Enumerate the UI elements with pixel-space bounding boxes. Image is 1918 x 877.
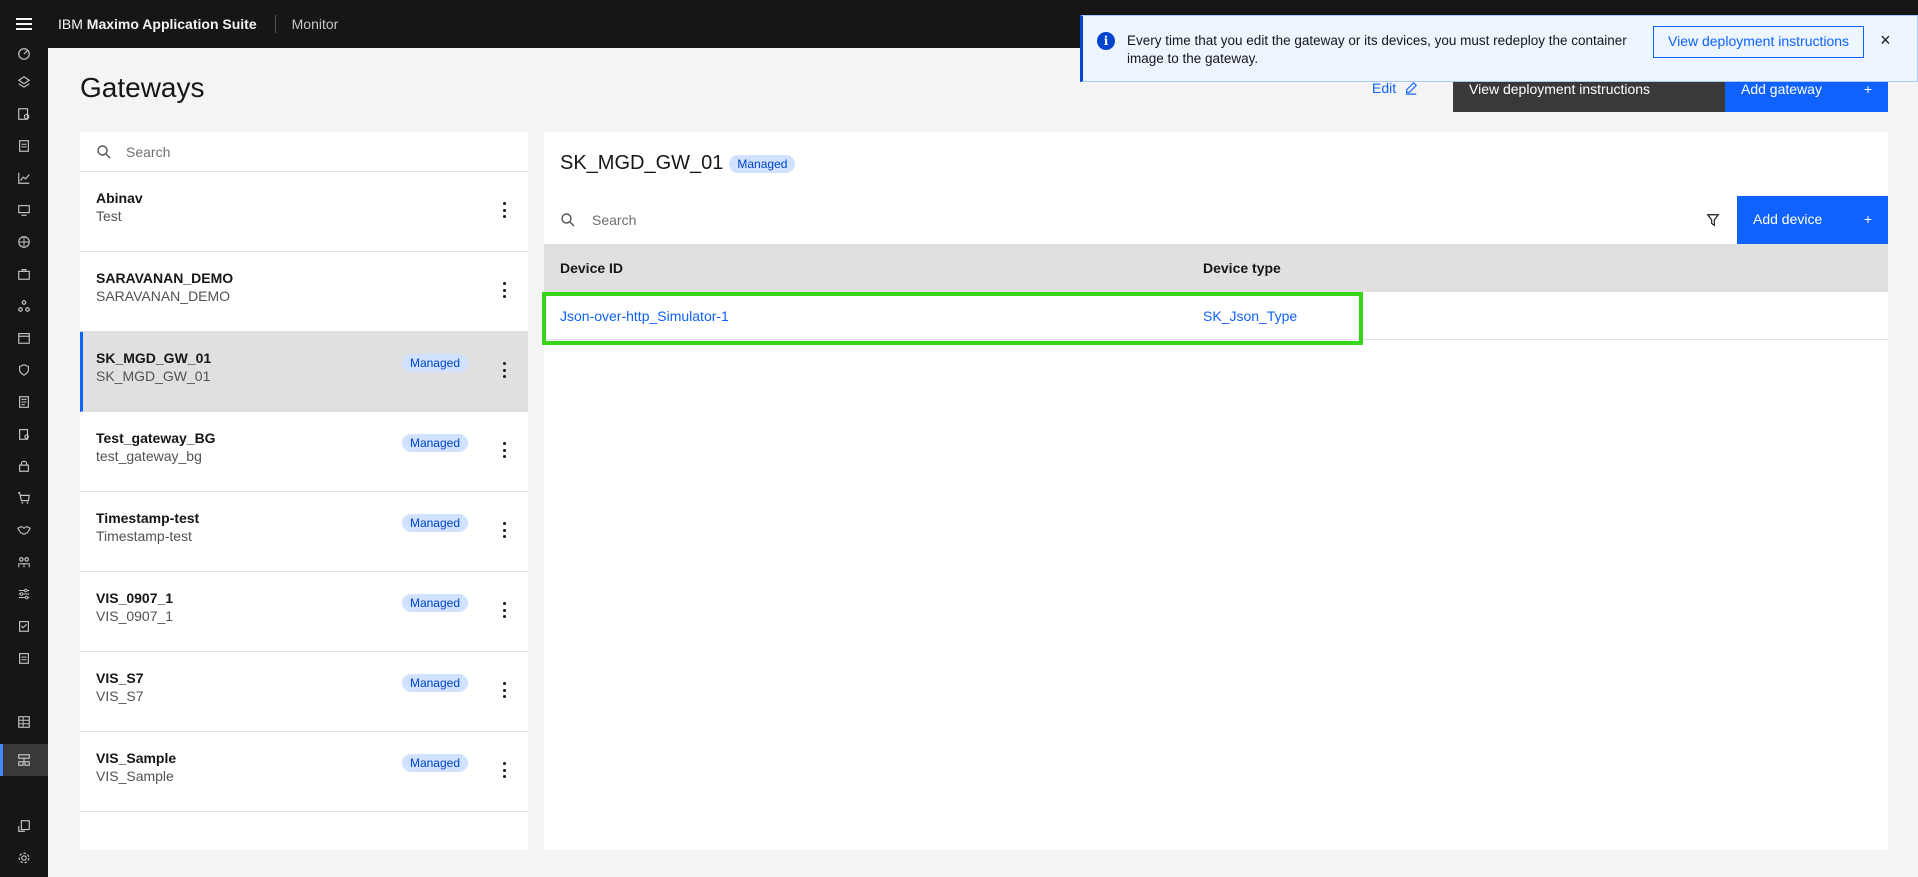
overflow-menu-icon[interactable] [502,442,506,458]
filter-icon [1706,214,1720,227]
table-row[interactable]: Json-over-http_Simulator-1 SK_Json_Type [544,292,1888,340]
managed-tag: Managed [729,154,796,173]
edit-label: Edit [1372,80,1397,96]
gateway-search-placeholder: Search [126,143,171,160]
handshake-icon[interactable] [16,522,32,538]
side-nav-rail [0,48,48,877]
brand-name: Maximo Application Suite [86,16,257,32]
managed-tag: Managed [401,594,468,612]
gateway-list-item[interactable]: VIS_Sample VIS_Sample Managed [80,732,528,812]
shield-icon[interactable] [16,362,32,378]
gateway-list: Abinav Test SARAVANAN_DEMO SARAVANAN_DEMO SK… [80,172,528,812]
overflow-menu-icon[interactable] [502,522,506,538]
gateway-description: Test [96,208,122,224]
overflow-menu-icon[interactable] [502,202,506,218]
gateway-search-input[interactable]: Search [80,132,528,172]
gateway-detail-title: SK_MGD_GW_01 [560,152,724,174]
column-header-device-id[interactable]: Device ID [544,260,1203,276]
overflow-menu-icon[interactable] [502,282,506,298]
device-table-header: Device ID Device type [544,244,1888,292]
gateway-list-item[interactable]: VIS_0907_1 VIS_0907_1 Managed [80,572,528,652]
close-icon[interactable]: × [1880,30,1891,51]
lock-icon[interactable] [16,458,32,474]
hamburger-icon [16,18,32,30]
add-icon: + [1863,81,1872,97]
gateway-list-item[interactable]: Timestamp-test Timestamp-test Managed [80,492,528,572]
search-icon [561,213,575,227]
report-icon[interactable] [16,138,32,154]
toolbox-icon[interactable] [16,266,32,282]
view-deployment-instructions-label: View deployment instructions [1469,81,1651,97]
gateway-description: SARAVANAN_DEMO [96,288,231,304]
settings-adjust-icon[interactable] [16,586,32,602]
network-icon[interactable] [16,234,32,250]
document-search-icon[interactable] [16,106,32,122]
overflow-menu-icon[interactable] [502,602,506,618]
gateway-name: Abinav [96,190,143,206]
add-gateway-label: Add gateway [1741,81,1822,97]
cart-icon[interactable] [16,490,32,506]
clipboard-search-icon[interactable] [16,426,32,442]
switch-icon[interactable] [16,818,32,834]
chart-line-icon[interactable] [16,170,32,186]
add-device-label: Add device [1753,211,1823,227]
device-type-link[interactable]: SK_Json_Type [1203,308,1297,324]
overflow-menu-icon[interactable] [502,362,506,378]
gateway-list-item[interactable]: SARAVANAN_DEMO SARAVANAN_DEMO [80,252,528,332]
overflow-menu-icon[interactable] [502,682,506,698]
gateway-list-item[interactable]: SK_MGD_GW_01 SK_MGD_GW_01 Managed [80,332,528,412]
filter-button[interactable] [1689,196,1737,244]
dashboard-icon[interactable] [16,46,32,62]
managed-tag: Managed [401,434,468,452]
device-search-input[interactable]: Search [544,212,1689,228]
ledger-icon[interactable] [16,394,32,410]
app-name: Monitor [291,16,339,32]
gateway-icon[interactable] [16,752,32,768]
gateway-list-item[interactable]: VIS_S7 VIS_S7 Managed [80,652,528,732]
edit-button[interactable]: Edit [1372,80,1418,96]
hierarchy-icon[interactable] [16,298,32,314]
search-icon [97,144,111,158]
menu-button[interactable] [0,0,48,48]
checklist-icon[interactable] [16,618,32,634]
brand-title[interactable]: IBM Maximo Application Suite [48,15,276,33]
notification-action-button[interactable]: View deployment instructions [1653,26,1865,58]
device-toolbar: Search Add device + [544,196,1888,244]
brand-prefix: IBM [58,16,83,32]
overflow-menu-icon[interactable] [502,762,506,778]
managed-tag: Managed [401,354,468,372]
gateway-list-panel: Search Abinav Test SARAVANAN_DEMO SARAVANAN… [80,132,528,850]
managed-tag: Managed [401,674,468,692]
calendar-icon[interactable] [16,330,32,346]
assets-icon[interactable] [16,74,32,90]
users-icon[interactable] [16,554,32,570]
device-search-placeholder: Search [592,212,637,228]
gateway-detail-panel: SK_MGD_GW_01 Managed Search Add device +… [544,132,1888,850]
managed-tag: Managed [401,754,468,772]
add-device-button[interactable]: Add device + [1737,196,1888,244]
column-header-device-type[interactable]: Device type [1203,260,1281,276]
monitor-icon[interactable] [16,202,32,218]
pencil-icon [1405,81,1418,95]
gateway-detail-header: SK_MGD_GW_01 Managed [560,152,796,175]
gateway-name: SARAVANAN_DEMO [96,270,234,286]
device-id-link[interactable]: Json-over-http_Simulator-1 [544,308,1203,324]
info-notification: i Every time that you edit the gateway o… [1080,15,1918,82]
info-icon: i [1097,32,1115,50]
clipboard-icon[interactable] [16,650,32,666]
settings-icon[interactable] [16,850,32,866]
table-icon[interactable] [16,714,32,730]
notification-message: Every time that you edit the gateway or … [1127,33,1627,66]
page-title: Gateways [80,72,205,103]
gateway-list-item[interactable]: Abinav Test [80,172,528,252]
gateway-list-item[interactable]: Test_gateway_BG test_gateway_bg Managed [80,412,528,492]
managed-tag: Managed [401,514,468,532]
add-icon: + [1863,211,1872,227]
